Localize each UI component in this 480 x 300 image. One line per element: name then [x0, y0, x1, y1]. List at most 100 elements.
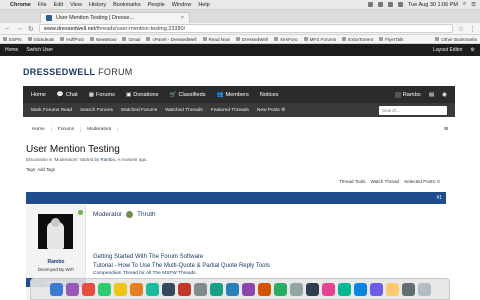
browser-tab[interactable]: User Mention Testing | Dresse... × [40, 12, 190, 23]
close-tab-icon[interactable]: × [181, 15, 184, 21]
chrome-icon[interactable] [81, 282, 95, 296]
search-input[interactable]: Search... [379, 105, 447, 115]
mention-user-link[interactable]: Thruth [137, 211, 155, 218]
watch-thread-link[interactable]: Watch Thread [370, 179, 399, 184]
siri-icon[interactable] [65, 282, 79, 296]
nav-chat[interactable]: 💬 Chat [57, 92, 78, 98]
nav-classifieds[interactable]: 🛒 Classifieds [169, 92, 205, 98]
nav-forums[interactable]: ▦ Forums [89, 92, 115, 98]
app-icon[interactable] [145, 282, 159, 296]
other-bookmarks[interactable]: Other Bookmarks [435, 37, 477, 42]
app-icon[interactable] [177, 282, 191, 296]
breadcrumb-forums[interactable]: Forums [52, 127, 82, 132]
finder-icon[interactable] [49, 282, 63, 296]
menu-history[interactable]: History [89, 2, 106, 8]
layout-editor-link[interactable]: Layout Editor [433, 47, 462, 53]
bookmark-mfs-forums[interactable]: MFS Forums [303, 37, 336, 42]
thread-author-link[interactable]: Rambo [101, 157, 116, 162]
app-icon[interactable] [161, 282, 175, 296]
bookmark-slickdeals[interactable]: Slickdeals [27, 37, 54, 42]
breadcrumb: Home Forums Moderators ⊞ [26, 127, 448, 132]
bookmark-espn[interactable]: ESPN [3, 37, 22, 42]
thread-tools-menu[interactable]: Thread Tools [339, 179, 365, 184]
avatar[interactable] [38, 214, 73, 249]
url-input[interactable]: www.dressedwell.net/threads/user-mention… [38, 24, 453, 33]
trash-icon[interactable] [417, 282, 431, 296]
selected-posts-link[interactable]: Selected Posts: 0 [404, 179, 440, 184]
site-logo[interactable]: DRESSEDWELL FORUM [23, 67, 133, 77]
featured-threads-link[interactable]: Featured Threads [211, 108, 249, 113]
bookmark-gmail[interactable]: Gmail [122, 37, 140, 42]
app-icon[interactable] [289, 282, 303, 296]
menu-help[interactable]: Help [198, 2, 209, 8]
bookmark-readnow[interactable]: Read Now [202, 37, 230, 42]
gear-icon[interactable]: ⚙ [471, 47, 475, 53]
alerts-icon[interactable]: ◉ [442, 92, 447, 98]
post-username-link[interactable]: Rambo [26, 259, 86, 265]
app-icon[interactable] [369, 282, 383, 296]
app-icon[interactable] [193, 282, 207, 296]
tags-link[interactable]: Tags: Add Tags [26, 167, 55, 172]
watched-threads-link[interactable]: Watched Threads [165, 108, 203, 113]
inbox-icon[interactable]: ▤ [429, 92, 434, 98]
bookmark-huffpost[interactable]: HuffPost [60, 37, 84, 42]
search-forums-link[interactable]: Search Forums [80, 108, 113, 113]
new-posts-link[interactable]: New Posts ⚙ [257, 108, 286, 113]
menu-edit[interactable]: Edit [54, 2, 63, 8]
getting-started-link[interactable]: Getting Started With The Forum Software [93, 253, 270, 262]
app-icon[interactable] [273, 282, 287, 296]
menu-list-icon[interactable]: ☰ [471, 2, 476, 8]
app-icon[interactable] [257, 282, 271, 296]
menu-file[interactable]: File [38, 2, 47, 8]
bookmark-cpanel[interactable]: cPanel - DressedWell [146, 37, 197, 42]
app-icon[interactable] [401, 282, 415, 296]
app-icon[interactable] [337, 282, 351, 296]
app-icon[interactable] [305, 282, 319, 296]
app-icon[interactable] [113, 282, 127, 296]
app-icon[interactable] [385, 282, 399, 296]
app-icon[interactable] [209, 282, 223, 296]
app-icon[interactable] [353, 282, 367, 296]
mark-forums-read-link[interactable]: Mark Forums Read [31, 108, 72, 113]
app-icon[interactable] [97, 282, 111, 296]
bookmark-xenforo[interactable]: XenForo [273, 37, 298, 42]
nav-home[interactable]: Home [31, 92, 46, 98]
reload-icon[interactable]: ↻ [28, 25, 34, 33]
menu-window[interactable]: Window [172, 2, 192, 8]
user-menu[interactable]: Rambo [394, 91, 421, 98]
menu-bookmarks[interactable]: Bookmarks [113, 2, 141, 8]
post-number-link[interactable]: #1 [436, 195, 442, 201]
menu-icon[interactable]: ⋮ [469, 25, 476, 33]
bookmark-flyertalk[interactable]: FlyerTalk [379, 37, 404, 42]
tutorial-link[interactable]: Tutorial - How To Use The Multi-Quote & … [93, 262, 270, 271]
app-icon[interactable] [225, 282, 239, 296]
watched-forums-link[interactable]: Watched Forums [121, 108, 157, 113]
bookmark-newsnow[interactable]: NewsNow [89, 37, 116, 42]
back-icon[interactable]: ← [4, 25, 11, 32]
app-icon[interactable] [321, 282, 335, 296]
wifi-icon[interactable] [388, 2, 394, 7]
bookmark-extratorrent[interactable]: ExtraTorrent [342, 37, 373, 42]
battery-icon[interactable] [398, 2, 404, 7]
menubar-clock[interactable]: Tue Aug 30 1:06 PM [408, 2, 458, 8]
menu-chrome[interactable]: Chrome [10, 2, 31, 8]
nav-members[interactable]: 👥 Members [217, 92, 249, 98]
forward-icon[interactable]: → [16, 25, 23, 32]
mention-moderator-link[interactable]: Moderator [93, 211, 122, 218]
search-icon[interactable]: ⌕ [463, 1, 466, 8]
switch-user-link[interactable]: Switch User [26, 47, 53, 53]
nav-donations[interactable]: ▣ Donations [126, 92, 159, 98]
status-icon[interactable] [378, 2, 384, 7]
app-icon[interactable] [241, 282, 255, 296]
menu-people[interactable]: People [148, 2, 165, 8]
app-icon[interactable] [129, 282, 143, 296]
breadcrumb-home[interactable]: Home [26, 127, 52, 132]
home-link[interactable]: Home [5, 47, 18, 53]
star-icon[interactable]: ☆ [458, 25, 464, 33]
bookmark-dressedwell[interactable]: DressedWell [235, 37, 268, 42]
nav-notices[interactable]: Notices [260, 92, 279, 98]
status-icon[interactable] [368, 2, 374, 7]
breadcrumb-moderators[interactable]: Moderators [81, 127, 119, 132]
sitemap-icon[interactable]: ⊞ [438, 127, 454, 132]
menu-view[interactable]: View [70, 2, 82, 8]
